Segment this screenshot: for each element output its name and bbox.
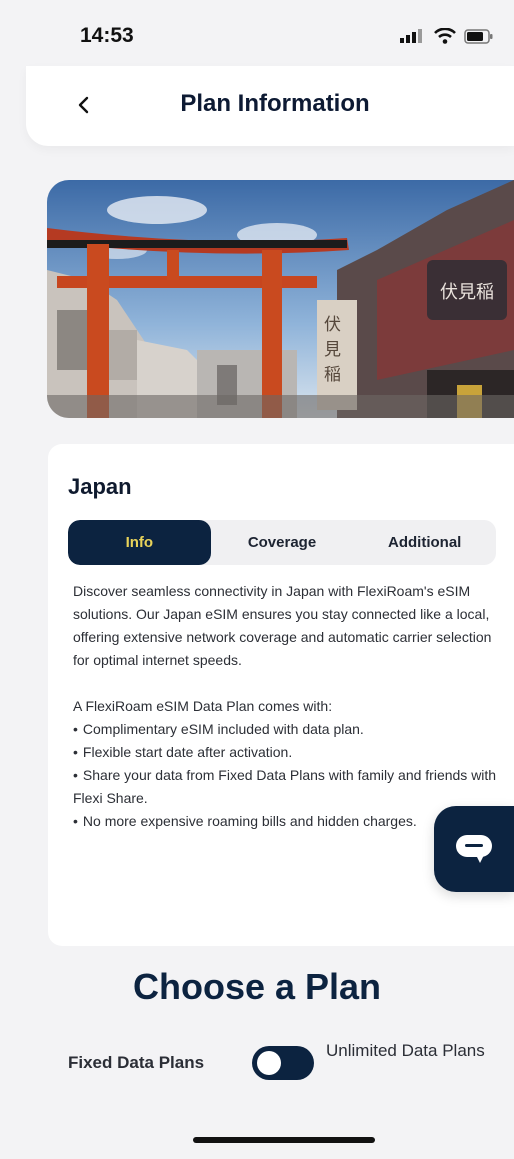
battery-icon	[464, 28, 493, 44]
status-icons	[400, 28, 494, 44]
plan-type-toggle[interactable]	[252, 1046, 314, 1080]
header-bar: Plan Information	[26, 66, 514, 146]
cellular-signal-icon	[400, 29, 422, 43]
chat-bubble-icon	[456, 835, 492, 863]
country-title: Japan	[68, 474, 132, 499]
wifi-icon	[434, 28, 456, 44]
page-title: Plan Information	[180, 90, 370, 117]
description-text: Discover seamless connectivity in Japan …	[73, 583, 492, 668]
plan-description: Discover seamless connectivity in Japan …	[73, 580, 503, 833]
status-time: 14:53	[80, 24, 134, 47]
features-intro: A FlexiRoam eSIM Data Plan comes with:	[73, 698, 333, 714]
unlimited-data-plans-label[interactable]: Unlimited Data Plans	[326, 1036, 496, 1066]
toggle-knob	[257, 1051, 281, 1075]
svg-text:稲: 稲	[324, 365, 341, 385]
tab-additional[interactable]: Additional	[353, 520, 496, 565]
tab-info[interactable]: Info	[68, 520, 211, 565]
svg-text:伏見稲: 伏見稲	[440, 282, 494, 303]
feature-item: Complimentary eSIM included with data pl…	[73, 718, 503, 741]
fixed-data-plans-label[interactable]: Fixed Data Plans	[68, 1053, 204, 1073]
chat-button[interactable]	[434, 806, 514, 892]
svg-text:伏: 伏	[324, 315, 341, 335]
feature-item: Flexible start date after activation.	[73, 741, 503, 764]
tab-coverage[interactable]: Coverage	[211, 520, 354, 565]
feature-item: Share your data from Fixed Data Plans wi…	[73, 764, 503, 810]
info-tabs: Info Coverage Additional	[68, 520, 496, 565]
choose-plan-title: Choose a Plan	[132, 966, 382, 1007]
hero-image: 伏見稲 伏 見 稲	[47, 180, 514, 418]
torii-street-illustration: 伏見稲 伏 見 稲	[47, 180, 514, 418]
status-bar: 14:53	[0, 0, 514, 70]
home-indicator	[193, 1137, 375, 1143]
svg-text:見: 見	[324, 340, 341, 360]
